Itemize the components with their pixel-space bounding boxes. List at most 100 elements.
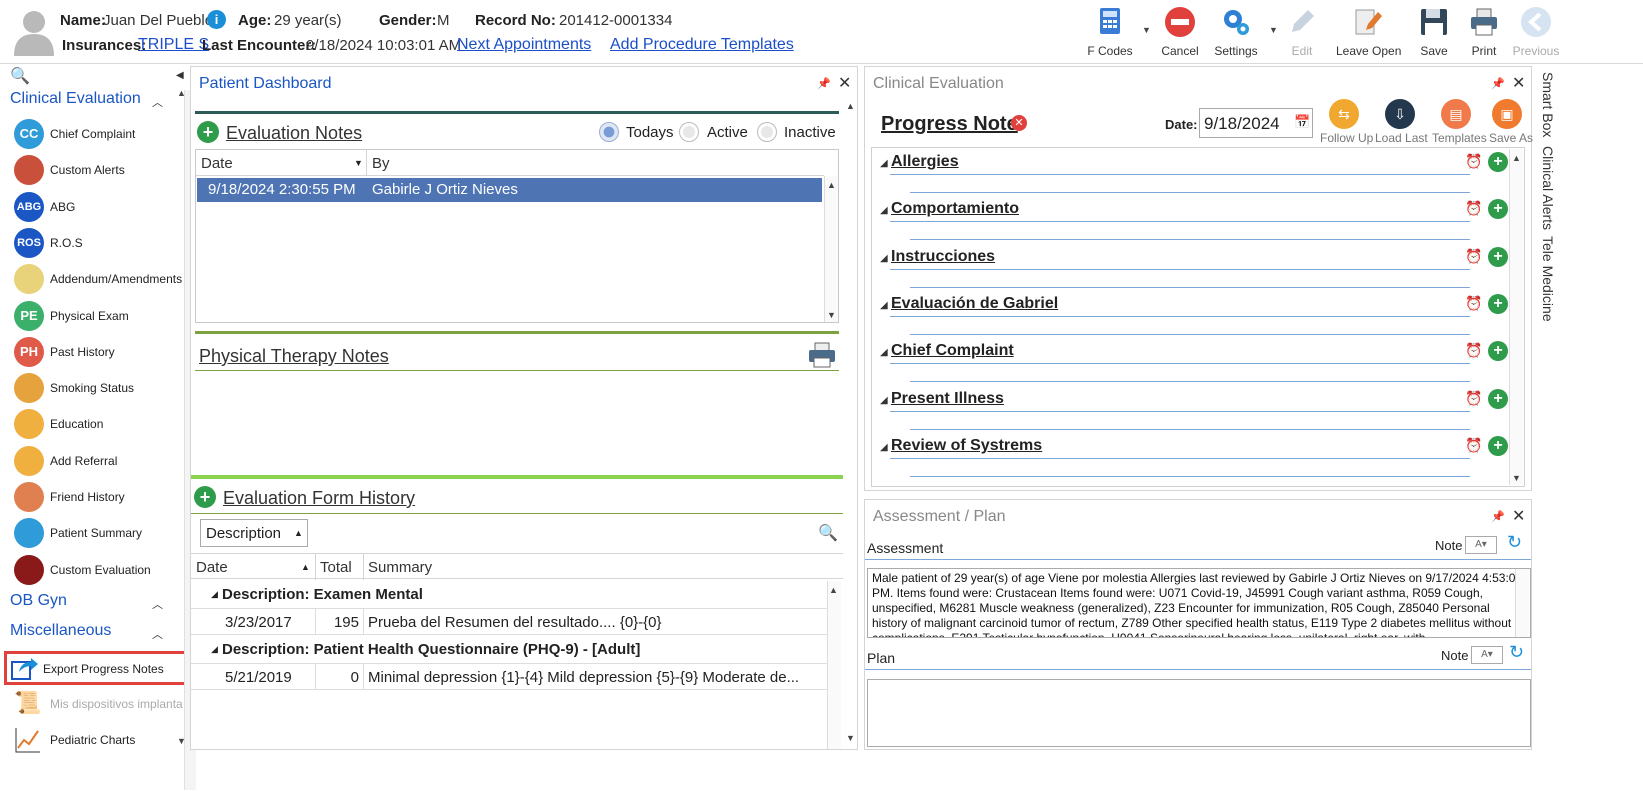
- add-section-item-button[interactable]: +: [1488, 341, 1508, 362]
- leave-open-button[interactable]: Leave Open: [1336, 4, 1401, 60]
- alarm-clock-icon[interactable]: ⏰: [1465, 390, 1482, 407]
- alarm-clock-icon[interactable]: ⏰: [1465, 342, 1482, 359]
- section-instrucciones[interactable]: ◢ Instrucciones ⏰ +: [880, 245, 1520, 292]
- follow-up-icon[interactable]: ⇆: [1329, 99, 1359, 129]
- remove-icon[interactable]: ✕: [1011, 115, 1027, 131]
- pin-icon[interactable]: 📌: [1491, 77, 1505, 90]
- font-dropdown[interactable]: A▾: [1465, 536, 1497, 554]
- printer-icon[interactable]: [807, 341, 837, 369]
- alarm-clock-icon[interactable]: ⏰: [1465, 248, 1482, 265]
- add-procedure-templates-link[interactable]: Add Procedure Templates: [610, 36, 794, 54]
- history-scrollbar[interactable]: [827, 581, 841, 749]
- alarm-clock-icon[interactable]: ⏰: [1465, 200, 1482, 217]
- search-icon[interactable]: 🔍: [818, 523, 838, 543]
- close-icon[interactable]: ✕: [1512, 506, 1525, 526]
- load-last-label[interactable]: Load Last: [1375, 131, 1428, 145]
- nav-item-custom-alerts[interactable]: Custom Alerts: [10, 154, 190, 188]
- templates-icon[interactable]: ▤: [1441, 99, 1471, 129]
- nav-item-education[interactable]: Education: [10, 408, 190, 442]
- scroll-down-icon[interactable]: ▼: [177, 736, 186, 746]
- follow-up-label[interactable]: Follow Up: [1320, 131, 1373, 145]
- scroll-up-icon[interactable]: ▲: [1512, 153, 1521, 163]
- section-allergies[interactable]: ◢ Allergies ⏰ +: [880, 150, 1520, 197]
- save-as-icon[interactable]: ▣: [1492, 99, 1522, 129]
- section-title[interactable]: Present Illness: [891, 390, 1004, 408]
- alarm-clock-icon[interactable]: ⏰: [1465, 153, 1482, 170]
- todays-radio[interactable]: [599, 122, 619, 142]
- next-appointments-link[interactable]: Next Appointments: [457, 36, 591, 54]
- pin-icon[interactable]: 📌: [1491, 510, 1505, 523]
- scroll-up-icon[interactable]: ▲: [846, 101, 855, 111]
- cancel-button[interactable]: Cancel: [1150, 4, 1210, 60]
- nav-header-miscellaneous[interactable]: Miscellaneous: [10, 622, 111, 640]
- nav-item-abg[interactable]: ABG ABG: [10, 191, 190, 225]
- nav-item-chief-complaint[interactable]: CC Chief Complaint: [10, 118, 190, 152]
- group-row[interactable]: ◢ Description: Examen Mental: [191, 581, 827, 609]
- chevron-up-icon[interactable]: ︿: [152, 94, 163, 110]
- nav-item-past-history[interactable]: PH Past History: [10, 336, 190, 370]
- sort-up-icon[interactable]: ▲: [301, 562, 310, 572]
- date-field[interactable]: 9/18/2024 📅: [1199, 108, 1313, 138]
- print-button[interactable]: Print: [1454, 4, 1514, 60]
- section-title[interactable]: Allergies: [891, 153, 959, 171]
- add-section-item-button[interactable]: +: [1488, 435, 1508, 456]
- section-title[interactable]: Evaluación de Gabriel: [891, 295, 1058, 313]
- nav-item-friend-history[interactable]: Friend History: [10, 481, 190, 515]
- nav-item-addendum-amendments[interactable]: Addendum/Amendments: [10, 263, 190, 297]
- table-row[interactable]: 5/21/2019 0 Minimal depression {1}-{4} M…: [191, 664, 827, 690]
- alarm-clock-icon[interactable]: ⏰: [1465, 295, 1482, 312]
- table-row[interactable]: 9/18/2024 2:30:55 PM Gabirle J Ortiz Nie…: [197, 178, 822, 202]
- close-icon[interactable]: ✕: [1512, 73, 1525, 93]
- add-section-item-button[interactable]: +: [1488, 246, 1508, 267]
- plan-textarea[interactable]: [867, 679, 1531, 747]
- collapse-triangle-icon[interactable]: ◢: [880, 300, 888, 311]
- nav-header-clinical-evaluation[interactable]: Clinical Evaluation: [10, 90, 141, 108]
- chevron-up-icon[interactable]: ︿: [152, 596, 163, 612]
- collapse-triangle-icon[interactable]: ◢: [880, 347, 888, 358]
- by-column-header[interactable]: By: [372, 155, 390, 172]
- nav-item-smoking-status[interactable]: Smoking Status: [10, 372, 190, 406]
- nav-item-physical-exam[interactable]: PE Physical Exam: [10, 300, 190, 334]
- section-title[interactable]: Review of Systrems: [891, 437, 1042, 455]
- nav-header-ob-gyn[interactable]: OB Gyn: [10, 592, 67, 610]
- chevron-up-icon[interactable]: ︿: [152, 626, 163, 642]
- scroll-up-icon[interactable]: ▲: [827, 180, 836, 190]
- group-row[interactable]: ◢ Description: Patient Health Questionna…: [191, 636, 827, 664]
- date-column-header[interactable]: Date: [201, 155, 233, 172]
- font-dropdown[interactable]: A▾: [1471, 646, 1503, 664]
- add-evaluation-note-button[interactable]: +: [197, 121, 219, 143]
- scroll-up-icon[interactable]: ▲: [829, 585, 838, 595]
- section-comportamiento[interactable]: ◢ Comportamiento ⏰ +: [880, 197, 1520, 244]
- save-as-label[interactable]: Save As: [1489, 131, 1533, 145]
- refresh-icon[interactable]: ↻: [1507, 532, 1522, 553]
- nav-item-patient-summary[interactable]: Patient Summary: [10, 517, 190, 551]
- active-radio[interactable]: [679, 122, 699, 142]
- section-review-of-systrems[interactable]: ◢ Review of Systrems ⏰ +: [880, 434, 1520, 481]
- pin-icon[interactable]: 📌: [817, 77, 831, 90]
- collapse-left-icon[interactable]: ◀: [176, 70, 184, 81]
- summary-column-header[interactable]: Summary: [368, 559, 432, 576]
- date-column-header[interactable]: Date: [196, 559, 228, 576]
- section-title[interactable]: Comportamiento: [891, 200, 1019, 218]
- refresh-icon[interactable]: ↻: [1509, 642, 1524, 663]
- fcodes-button[interactable]: F Codes: [1080, 4, 1140, 60]
- settings-button[interactable]: Settings: [1206, 4, 1266, 60]
- section-chief-complaint[interactable]: ◢ Chief Complaint ⏰ +: [880, 339, 1520, 386]
- close-icon[interactable]: ✕: [838, 73, 851, 93]
- info-icon[interactable]: i: [207, 10, 226, 29]
- section-evaluaci-n-de-gabriel[interactable]: ◢ Evaluación de Gabriel ⏰ +: [880, 292, 1520, 339]
- table-row[interactable]: 3/23/2017 195 Prueba del Resumen del res…: [191, 609, 827, 635]
- collapse-triangle-icon[interactable]: ◢: [880, 253, 888, 264]
- collapse-triangle-icon[interactable]: ◢: [880, 442, 888, 453]
- edit-button[interactable]: Edit: [1272, 4, 1332, 60]
- section-title[interactable]: Instrucciones: [891, 248, 995, 266]
- search-icon[interactable]: 🔍: [10, 66, 30, 86]
- expand-triangle-icon[interactable]: ◢: [211, 589, 218, 600]
- nav-item-r-o-s[interactable]: ROS R.O.S: [10, 227, 190, 261]
- section-present-illness[interactable]: ◢ Present Illness ⏰ +: [880, 387, 1520, 434]
- sections-scrollbar[interactable]: [1509, 149, 1523, 485]
- section-title[interactable]: Chief Complaint: [891, 342, 1014, 360]
- nav-item-add-referral[interactable]: Add Referral: [10, 445, 190, 479]
- load-last-icon[interactable]: ⇩: [1385, 99, 1415, 129]
- scroll-down-icon[interactable]: ▼: [827, 310, 836, 320]
